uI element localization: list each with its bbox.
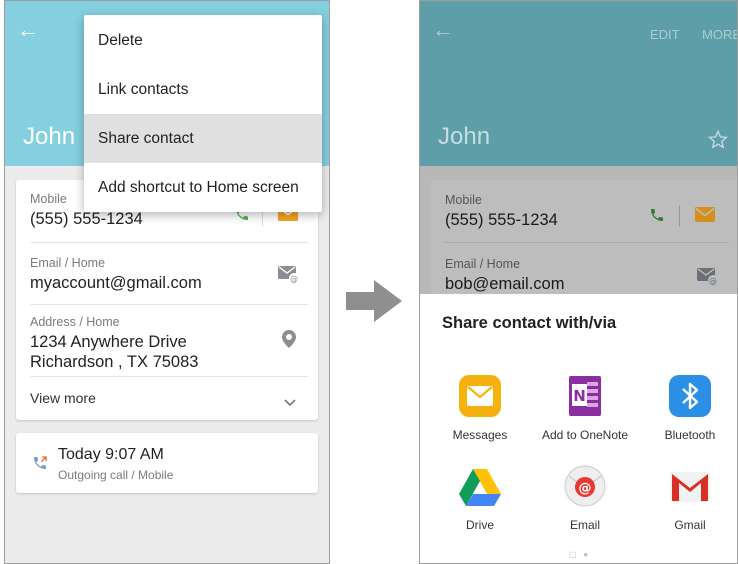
divider <box>30 304 308 305</box>
email-address: bob@email.com <box>445 275 565 293</box>
bluetooth-icon <box>668 374 712 418</box>
send-email-icon[interactable]: @ <box>697 268 719 291</box>
page-indicator: ▢ ● <box>420 550 737 559</box>
divider <box>445 242 729 243</box>
back-arrow-icon[interactable]: ← <box>17 19 39 41</box>
address-line-1: 1234 Anywhere Drive <box>30 333 187 351</box>
message-icon[interactable] <box>695 207 715 227</box>
share-app-gmail[interactable]: Gmail <box>638 464 737 532</box>
share-app-messages[interactable]: Messages <box>428 374 532 442</box>
messages-icon <box>458 374 502 418</box>
overflow-menu: Delete Link contacts Share contact Add s… <box>84 15 322 212</box>
call-time: Today 9:07 AM <box>58 446 164 463</box>
contact-name: John <box>438 123 491 150</box>
svg-text:N: N <box>573 387 586 405</box>
app-label: Gmail <box>674 518 706 532</box>
menu-item-delete[interactable]: Delete <box>84 16 322 65</box>
email-row[interactable]: Email / Home myaccount@gmail.com <box>30 256 308 293</box>
call-log-card[interactable]: Today 9:07 AM Outgoing call / Mobile <box>16 433 318 493</box>
transition-arrow-icon <box>344 280 404 327</box>
app-label: Drive <box>465 518 494 532</box>
share-app-onenote[interactable]: N Add to OneNote <box>533 374 637 442</box>
contact-info-card: Mobile (555) 555-1234 Email / Home bob@e… <box>431 180 737 300</box>
mobile-number: (555) 555-1234 <box>445 211 558 229</box>
svg-text:@: @ <box>579 481 592 496</box>
outgoing-call-icon <box>32 455 48 476</box>
page-dot-current: ▢ <box>568 550 577 559</box>
call-icon[interactable] <box>649 207 665 228</box>
email-address: myaccount@gmail.com <box>30 274 202 292</box>
back-arrow-icon[interactable]: ← <box>432 19 454 41</box>
address-row[interactable]: Address / Home 1234 Anywhere Drive Richa… <box>30 315 308 372</box>
contact-name: John <box>23 123 76 150</box>
star-icon[interactable] <box>707 129 729 154</box>
share-sheet: Share contact with/via Messages N Add to… <box>420 294 737 563</box>
mobile-number: (555) 555-1234 <box>30 210 143 228</box>
edit-button[interactable]: EDIT <box>650 27 680 42</box>
app-label: Messages <box>452 428 508 442</box>
send-email-icon[interactable]: @ <box>278 266 300 289</box>
share-contact-screen: ← EDIT MORE John Mobile (555) 555-1234 E… <box>419 0 738 564</box>
chevron-down-icon[interactable] <box>284 394 296 412</box>
contact-details-screen: ← John Mobile (555) 555-1234 Email / Hom… <box>4 0 330 564</box>
svg-text:@: @ <box>709 277 717 286</box>
email-icon: @ <box>563 464 607 508</box>
share-app-bluetooth[interactable]: Bluetooth <box>638 374 737 442</box>
divider <box>30 376 308 377</box>
email-label: Email / Home <box>445 257 521 271</box>
view-more-row[interactable]: View more <box>30 390 308 406</box>
app-label: Email <box>569 518 600 532</box>
view-more-label: View more <box>30 390 96 406</box>
menu-item-link-contacts[interactable]: Link contacts <box>84 65 322 114</box>
divider <box>30 242 308 243</box>
menu-item-share-contact[interactable]: Share contact <box>84 114 322 163</box>
contact-info-card: Mobile (555) 555-1234 Email / Home myacc… <box>16 180 318 420</box>
contact-header: ← EDIT MORE John <box>420 1 737 166</box>
gmail-icon <box>668 464 712 508</box>
email-label: Email / Home <box>30 256 106 270</box>
menu-item-add-shortcut[interactable]: Add shortcut to Home screen <box>84 163 322 212</box>
call-detail: Outgoing call / Mobile <box>58 468 174 482</box>
onenote-icon: N <box>563 374 607 418</box>
app-label: Add to OneNote <box>541 428 629 442</box>
share-sheet-title: Share contact with/via <box>442 314 617 332</box>
mobile-label: Mobile <box>445 193 482 207</box>
share-app-email[interactable]: @ Email <box>533 464 637 532</box>
more-button[interactable]: MORE <box>702 27 737 42</box>
action-divider <box>679 205 680 227</box>
mobile-row[interactable]: Mobile (555) 555-1234 <box>445 193 729 230</box>
location-pin-icon[interactable] <box>282 330 296 353</box>
app-label: Bluetooth <box>664 428 716 442</box>
svg-text:@: @ <box>290 275 298 284</box>
drive-icon <box>458 464 502 508</box>
email-row[interactable]: Email / Home bob@email.com <box>445 257 729 294</box>
share-app-drive[interactable]: Drive <box>428 464 532 532</box>
address-label: Address / Home <box>30 315 120 329</box>
page-dot: ● <box>583 550 589 559</box>
address-line-2: Richardson , TX 75083 <box>30 353 199 371</box>
